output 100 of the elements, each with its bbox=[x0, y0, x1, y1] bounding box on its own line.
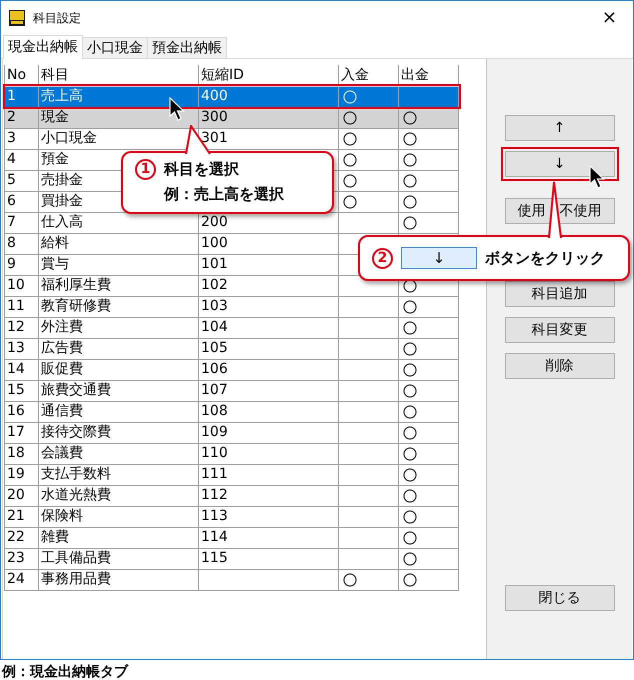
table-cell: 広告費 bbox=[41, 340, 83, 356]
table-row[interactable]: 15 旅費交通費 107 bbox=[4, 380, 458, 401]
table-cell: 104 bbox=[201, 319, 228, 335]
table-cell: 工具備品費 bbox=[41, 550, 111, 566]
table-cell: 接待交際費 bbox=[41, 424, 111, 440]
table-cell: 現金 bbox=[41, 109, 69, 125]
table-cell: 113 bbox=[201, 508, 228, 524]
table-cell: 水道光熱費 bbox=[41, 487, 111, 503]
table-cell: 6 bbox=[7, 193, 16, 209]
table-row[interactable]: 23 工具備品費 115 bbox=[4, 548, 458, 569]
table-cell: 12 bbox=[7, 319, 25, 335]
table-cell: 福利厚生費 bbox=[41, 277, 111, 293]
table-cell: 買掛金 bbox=[41, 193, 83, 209]
table-cell: 売上高 bbox=[41, 88, 83, 104]
button[interactable]: 削除 bbox=[504, 353, 614, 379]
table-row[interactable]: 21 保険料 113 bbox=[4, 506, 458, 527]
table-row[interactable]: 12 外注費 104 bbox=[4, 317, 458, 338]
caption-text: 例：現金出納帳タブ bbox=[0, 663, 130, 680]
table-cell: 1 bbox=[7, 88, 16, 104]
table-row[interactable]: 17 接待交際費 109 bbox=[4, 422, 458, 443]
table-cell: 10 bbox=[7, 277, 25, 293]
table-cell: 17 bbox=[7, 424, 25, 440]
table-row[interactable]: 14 販促費 106 bbox=[4, 359, 458, 380]
table-cell: 300 bbox=[201, 109, 228, 125]
column-header: 短縮ID bbox=[198, 65, 338, 86]
cursor-icon bbox=[589, 165, 605, 189]
button[interactable]: ↑ bbox=[504, 115, 614, 141]
button[interactable]: 科目変更 bbox=[504, 317, 614, 343]
table-row[interactable]: 19 支払手数料 111 bbox=[4, 464, 458, 485]
table-cell: 通信費 bbox=[41, 403, 83, 419]
table-cell: 9 bbox=[7, 256, 16, 272]
table-row[interactable]: 20 水道光熱費 112 bbox=[4, 485, 458, 506]
table-cell: 5 bbox=[7, 172, 16, 188]
table-cell: 保険料 bbox=[41, 508, 83, 524]
tab[interactable]: 現金出納帳 bbox=[3, 35, 83, 59]
table-cell: 2 bbox=[7, 109, 16, 125]
table-cell: 雑費 bbox=[41, 529, 69, 545]
table-cell: 110 bbox=[201, 445, 228, 461]
table-row[interactable]: 2 現金 300 bbox=[4, 107, 458, 128]
table-row[interactable]: 22 雑費 114 bbox=[4, 527, 458, 548]
button[interactable]: 使用 不使用 bbox=[504, 198, 614, 224]
column-header: 科目 bbox=[38, 65, 198, 86]
table-cell: 106 bbox=[201, 361, 228, 377]
table-cell: 101 bbox=[201, 256, 228, 272]
table-cell: 115 bbox=[201, 550, 228, 566]
number-badge: 2 bbox=[372, 248, 393, 268]
table-cell: 301 bbox=[201, 130, 228, 146]
button[interactable]: ↓ bbox=[504, 151, 614, 177]
table-cell: 19 bbox=[7, 466, 25, 482]
table-cell: 400 bbox=[201, 88, 228, 104]
table-cell: 預金 bbox=[41, 151, 69, 167]
table-cell: 販促費 bbox=[41, 361, 83, 377]
column-header: No bbox=[4, 65, 38, 86]
number-badge: 1 bbox=[135, 158, 156, 180]
button[interactable]: 科目追加 bbox=[504, 281, 614, 307]
table-cell: 109 bbox=[201, 424, 228, 440]
table-cell: 3 bbox=[7, 130, 16, 146]
table-row[interactable]: 11 教育研修費 103 bbox=[4, 296, 458, 317]
close-button[interactable]: × bbox=[594, 9, 625, 27]
table-cell: 114 bbox=[201, 529, 228, 545]
table-cell: 103 bbox=[201, 298, 228, 314]
table-row[interactable]: 1 売上高 400 bbox=[4, 86, 458, 107]
table-cell: 111 bbox=[201, 466, 228, 482]
table-cell: 11 bbox=[7, 298, 25, 314]
table-cell: 事務用品費 bbox=[41, 571, 111, 587]
table-cell: 給料 bbox=[41, 235, 69, 251]
cursor-icon bbox=[169, 97, 185, 121]
table-cell: 16 bbox=[7, 403, 25, 419]
table-cell: 112 bbox=[201, 487, 228, 503]
button[interactable]: 閉じる bbox=[504, 585, 614, 611]
table-row[interactable]: 18 会議費 110 bbox=[4, 443, 458, 464]
callout-text: ボタンをクリック bbox=[485, 248, 605, 269]
table-cell: 売掛金 bbox=[41, 172, 83, 188]
table-cell: 102 bbox=[201, 277, 228, 293]
table-cell: 8 bbox=[7, 235, 16, 251]
table-cell: 支払手数料 bbox=[41, 466, 111, 482]
table-row[interactable]: 24 事務用品費 bbox=[4, 569, 458, 590]
table-cell: 教育研修費 bbox=[41, 298, 111, 314]
table-cell: 108 bbox=[201, 403, 228, 419]
column-header: 入金 bbox=[338, 65, 398, 86]
table-cell: 20 bbox=[7, 487, 25, 503]
table-cell: 105 bbox=[201, 340, 228, 356]
table-row[interactable]: 16 通信費 108 bbox=[4, 401, 458, 422]
table-cell: 4 bbox=[7, 151, 16, 167]
table-cell: 15 bbox=[7, 382, 25, 398]
table-cell: 14 bbox=[7, 361, 25, 377]
table-cell: 18 bbox=[7, 445, 25, 461]
window-title: 科目設定 bbox=[33, 10, 81, 27]
table-cell: 旅費交通費 bbox=[41, 382, 111, 398]
table-cell: 107 bbox=[201, 382, 228, 398]
table-cell: 22 bbox=[7, 529, 25, 545]
table-cell: 仕入高 bbox=[41, 214, 83, 230]
table-cell: 23 bbox=[7, 550, 25, 566]
tab[interactable]: 小口現金 bbox=[82, 37, 148, 58]
column-header: 出金 bbox=[398, 65, 458, 86]
table-row[interactable]: 13 広告費 105 bbox=[4, 338, 458, 359]
table-cell: 200 bbox=[201, 214, 228, 230]
tab[interactable]: 預金出納帳 bbox=[147, 37, 227, 58]
table-cell: 7 bbox=[7, 214, 16, 230]
table-cell: 賞与 bbox=[41, 256, 69, 272]
